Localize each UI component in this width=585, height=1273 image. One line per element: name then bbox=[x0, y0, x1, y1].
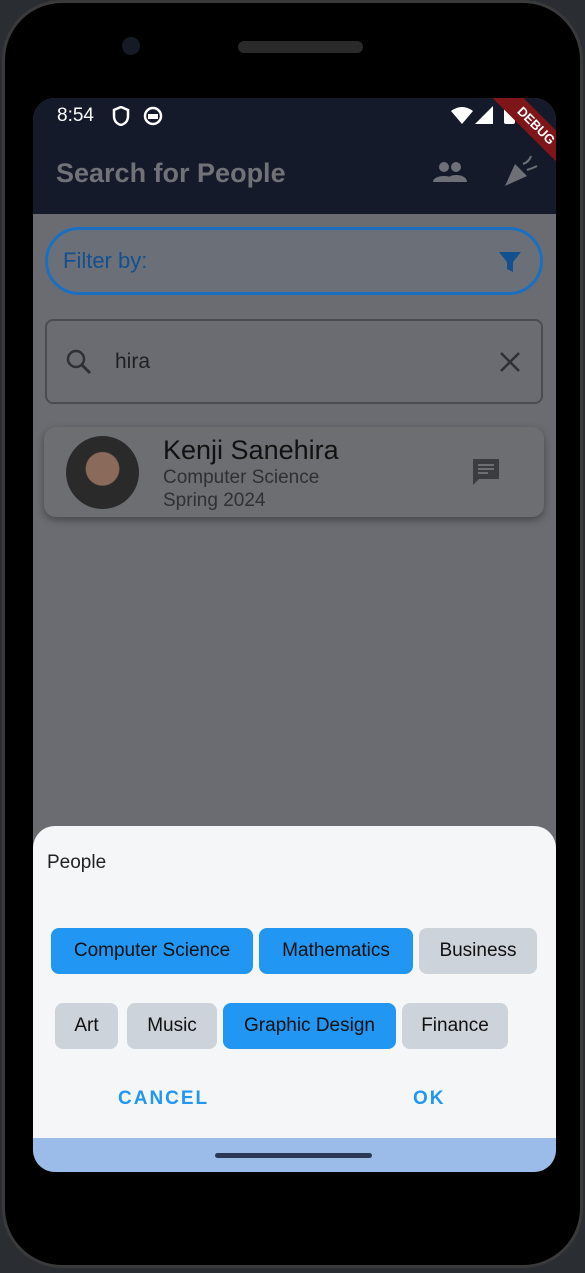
screen: 8:54 Search for People DEBUG Filter by: … bbox=[33, 98, 556, 1172]
clock: 8:54 bbox=[57, 105, 94, 126]
navigation-bar bbox=[33, 1138, 556, 1172]
person-name: Kenji Sanehira bbox=[163, 435, 339, 465]
avatar bbox=[66, 436, 139, 509]
filter-sheet: People Computer Science Mathematics Busi… bbox=[33, 826, 556, 1138]
camera bbox=[122, 37, 140, 55]
filter-label: Filter by: bbox=[63, 248, 148, 273]
page-title: Search for People bbox=[56, 158, 286, 188]
people-icon[interactable] bbox=[433, 160, 467, 184]
shield-icon bbox=[112, 106, 130, 126]
filter-icon bbox=[499, 252, 521, 272]
person-term: Spring 2024 bbox=[163, 490, 266, 511]
sheet-title: People bbox=[47, 852, 107, 873]
message-icon[interactable] bbox=[471, 457, 501, 487]
chip-computer-science[interactable]: Computer Science bbox=[51, 928, 253, 974]
chip-graphic-design[interactable]: Graphic Design bbox=[223, 1003, 396, 1049]
cancel-button[interactable]: CANCEL bbox=[118, 1088, 209, 1110]
person-major: Computer Science bbox=[163, 467, 320, 488]
clear-icon[interactable] bbox=[499, 351, 521, 373]
wifi-icon bbox=[451, 107, 473, 124]
app-bar: Search for People bbox=[33, 134, 556, 214]
person-card[interactable]: Kenji Sanehira Computer Science Spring 2… bbox=[44, 427, 544, 517]
cat-icon bbox=[143, 106, 163, 126]
chip-music[interactable]: Music bbox=[127, 1003, 217, 1049]
search-input[interactable]: hira bbox=[45, 319, 543, 404]
chip-business[interactable]: Business bbox=[419, 928, 537, 974]
search-value: hira bbox=[115, 350, 151, 373]
celebration-icon[interactable] bbox=[503, 154, 539, 188]
chip-mathematics[interactable]: Mathematics bbox=[259, 928, 413, 974]
speaker bbox=[238, 41, 363, 53]
status-bar: 8:54 bbox=[33, 98, 556, 134]
chip-finance[interactable]: Finance bbox=[402, 1003, 508, 1049]
ok-button[interactable]: OK bbox=[413, 1088, 446, 1110]
search-icon bbox=[66, 349, 92, 375]
gesture-handle[interactable] bbox=[215, 1153, 372, 1158]
signal-icon bbox=[475, 106, 493, 124]
chip-art[interactable]: Art bbox=[55, 1003, 118, 1049]
filter-button[interactable]: Filter by: bbox=[45, 227, 543, 295]
